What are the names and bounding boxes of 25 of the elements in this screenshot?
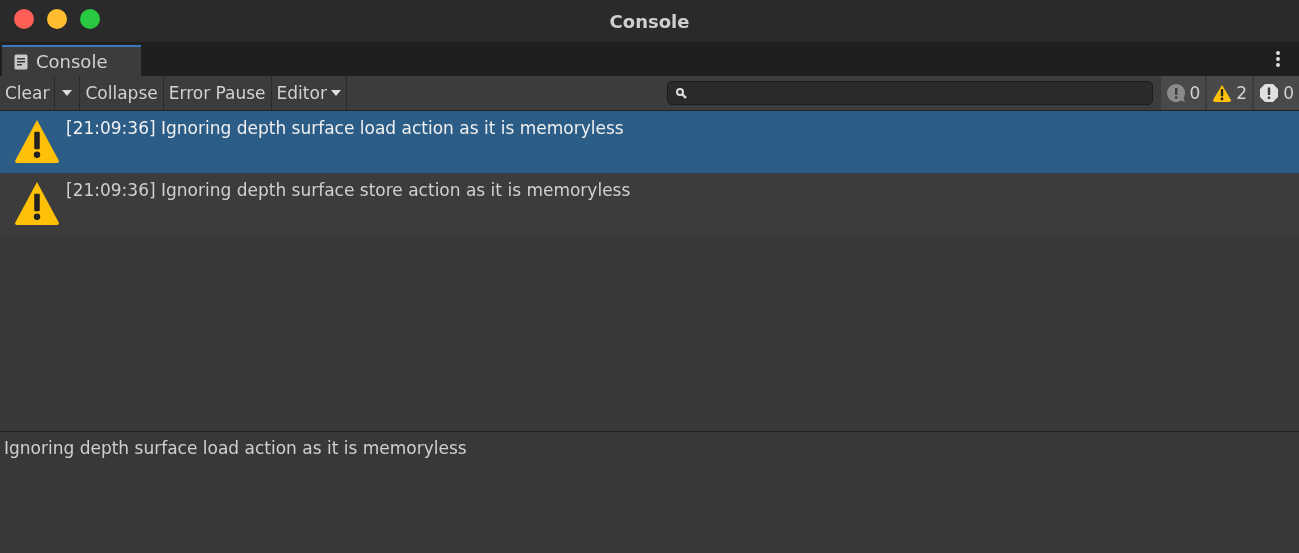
console-tab[interactable]: Console xyxy=(2,45,141,76)
log-entry[interactable]: [21:09:36] Ignoring depth surface load action as it is memoryless xyxy=(0,111,1299,173)
detail-message: Ignoring depth surface load action as it is memoryless xyxy=(4,438,468,458)
warning-icon xyxy=(14,118,60,164)
tab-label: Console xyxy=(36,51,108,72)
window-title: Console xyxy=(609,10,690,32)
info-count-toggle[interactable]: 0 xyxy=(1158,76,1206,110)
log-message: [21:09:36] Ignoring depth surface load action as it is memoryless xyxy=(66,118,624,138)
speech-bubble-icon xyxy=(1165,83,1186,103)
zoom-button[interactable] xyxy=(80,9,100,29)
error-count-toggle[interactable]: 0 xyxy=(1252,76,1299,110)
caret-icon xyxy=(330,90,341,96)
log-message: [21:09:36] Ignoring depth surface store action as it is memoryless xyxy=(66,180,631,200)
minimize-button[interactable] xyxy=(47,9,67,29)
search-icon xyxy=(675,87,687,99)
more-options-icon xyxy=(1275,50,1281,68)
error-icon xyxy=(1259,83,1280,103)
document-icon xyxy=(14,53,28,70)
warning-icon xyxy=(1212,83,1233,103)
warning-count-toggle[interactable]: 2 xyxy=(1205,76,1253,110)
search-field[interactable] xyxy=(666,81,1153,105)
log-entry[interactable]: [21:09:36] Ignoring depth surface store action as it is memoryless xyxy=(0,173,1299,235)
close-button[interactable] xyxy=(14,9,34,29)
warning-icon xyxy=(14,180,60,226)
caret-icon xyxy=(62,90,73,96)
